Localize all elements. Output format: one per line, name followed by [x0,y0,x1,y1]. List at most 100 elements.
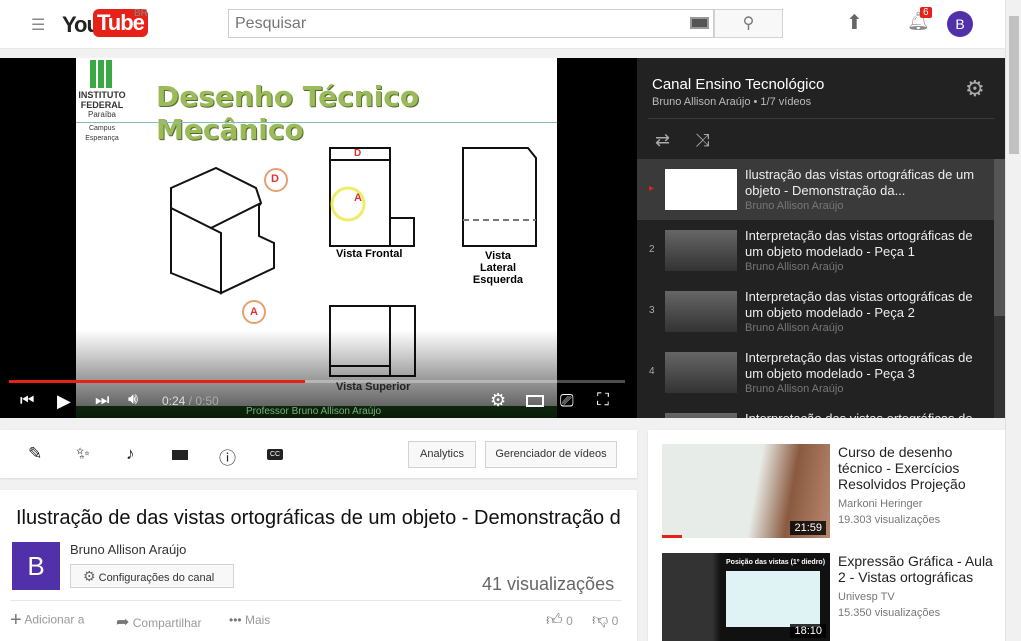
like-button[interactable]: 👍︎ 0 [546,611,573,630]
recommended-views: 15.350 visualizações [838,607,941,619]
play-icon[interactable]: ▶ [57,391,71,412]
recommended-thumbnail[interactable]: 21:59 [662,444,830,538]
more-label: Mais [244,613,271,627]
time-separator: / [185,394,196,408]
next-icon[interactable]: ⏭ [95,392,109,410]
watched-progress [662,535,682,538]
enhancements-wand-icon[interactable]: ✨︎ [76,444,90,464]
progress-bar[interactable] [9,380,625,383]
edit-pencil-icon[interactable]: ✎ [28,444,42,464]
label-front-view: Vista Frontal [336,248,403,260]
recommended-views: 19.303 visualizações [838,514,941,526]
share-arrow-icon: ➦ [116,614,130,631]
channel-name[interactable]: Bruno Allison Araújo [70,542,186,557]
divider [648,118,994,119]
channel-settings-button[interactable]: ⚙ Configurações do canal [70,564,234,588]
upload-icon[interactable]: ⬆ [846,10,863,35]
page-scrollbar[interactable] [1005,0,1021,641]
label-a: A [354,192,362,204]
playlist-item[interactable]: 5 Interpretação das vistas ortográficas … [637,403,994,418]
like-count: 0 [566,614,573,628]
thumbs-down-icon: 👎︎ [592,612,609,629]
search-input[interactable] [228,9,714,38]
plus-icon: + [10,609,22,631]
playlist-item-title: Interpretação das vistas ortográficas de… [745,289,973,320]
more-button[interactable]: ••• Mais [229,613,270,627]
notifications-badge: 6 [920,7,932,18]
recommended-title[interactable]: Curso de desenho técnico - Exercícios Re… [838,444,998,492]
recommended-title[interactable]: Expressão Gráfica - Aula 2 - Vistas orto… [838,553,998,585]
share-button[interactable]: ➦ Compartilhar [116,612,201,632]
recommended-channel: Markoni Heringer [838,498,923,510]
playlist-panel: Canal Ensino Tecnológico Bruno Allison A… [637,58,1005,418]
theater-mode-icon[interactable] [526,395,544,407]
playlist-settings-gear-icon[interactable]: ⚙ [965,76,985,102]
thumbs-up-icon: 👍︎ [546,612,563,629]
gear-icon: ⚙ [83,568,96,584]
time-display: 0:24 / 0:50 [162,394,219,408]
playlist-item-thumbnail [665,230,737,271]
playlist-item[interactable]: ▸ Ilustração das vistas ortográficas de … [637,159,994,220]
settings-gear-icon[interactable]: ⚙ [490,390,506,411]
search-button[interactable]: ⚲ [714,9,783,38]
recommended-item[interactable]: Expressão Gráfica - Aula 2 - Vistas orto… [838,553,998,621]
share-label: Compartilhar [132,616,202,630]
avatar[interactable]: B [947,11,973,37]
playlist-item-thumbnail [665,352,737,393]
label-d: D [354,148,362,159]
end-screen-icon[interactable] [172,450,188,460]
subtitles-cc-icon[interactable]: CC [267,449,283,460]
more-dots-icon: ••• [229,613,242,627]
header: ☰ You Tube BR ⚲ ⬆ 🔔︎ 6 B [0,0,1005,49]
channel-settings-label: Configurações do canal [98,572,215,584]
volume-icon[interactable]: 🔊︎ [128,391,138,409]
playlist-item-title: Ilustração das vistas ortográficas de um… [745,167,975,198]
playlist-item-channel: Bruno Allison Araújo [745,200,844,212]
video-duration: 18:10 [790,624,826,638]
logo-region: BR [134,8,148,19]
playlist-item-thumbnail [665,169,737,210]
label-left-view: Esquerda [472,274,524,286]
playlist-scrollbar[interactable] [994,159,1005,418]
loop-icon[interactable]: ⇄ [655,130,670,151]
cast-icon[interactable]: ⎚ [560,391,574,411]
audio-note-icon[interactable]: ♪ [126,444,135,464]
playlist-item-index: ▸ [649,183,655,194]
playlist-item-channel: Bruno Allison Araújo [745,383,844,395]
recommended-item[interactable]: Curso de desenho técnico - Exercícios Re… [838,444,998,528]
channel-avatar[interactable]: B [12,542,60,590]
fullscreen-icon[interactable]: ⛶ [597,390,609,410]
divider [10,600,622,601]
add-to-button[interactable]: + Adicionar a [10,609,84,632]
playlist-item[interactable]: 3 Interpretação das vistas ortográficas … [637,281,994,342]
time-total: 0:50 [195,394,219,408]
dislike-count: 0 [611,614,619,628]
info-icon[interactable]: ⓘ [219,444,236,469]
menu-icon[interactable]: ☰ [31,15,45,35]
playlist-title[interactable]: Canal Ensino Tecnológico [652,76,824,93]
playlist-item[interactable]: 2 Interpretação das vistas ortográficas … [637,220,994,281]
playlist-item-title: Interpretação das vistas ortográficas de… [745,350,973,381]
playlist-item-title: Interpretação das vistas ortográficas de… [745,228,973,259]
keyboard-icon[interactable] [690,17,709,29]
progress-fill [9,380,305,383]
video-title: Ilustração de das vistas ortográficas de… [16,507,621,529]
playlist-item-thumbnail [665,413,737,418]
label-a: A [250,306,258,318]
playlist-item-thumbnail [665,291,737,332]
analytics-button[interactable]: Analytics [408,441,476,468]
video-duration: 21:59 [790,521,826,535]
video-manager-button[interactable]: Gerenciador de vídeos [485,441,617,468]
slide-footer: Professor Bruno Allison Araújo [246,406,382,417]
previous-icon[interactable]: ⏮ [20,392,34,410]
time-current: 0:24 [162,394,186,408]
playlist-item[interactable]: 4 Interpretação das vistas ortográficas … [637,342,994,403]
scrollbar-thumb[interactable] [1009,16,1019,154]
playlist-item-channel: Bruno Allison Araújo [745,261,844,273]
recommended-thumbnail[interactable]: Posição das vistas (1º diedro) 18:10 [662,553,830,641]
dislike-button[interactable]: 👎︎ 0 [592,611,618,630]
thumbnail-diagram [726,571,820,627]
playlist-subtitle: Bruno Allison Araújo • 1/7 vídeos [652,96,812,108]
shuffle-icon[interactable]: ⤨ [695,130,709,151]
label-top-view: Vista Superior [336,381,411,393]
